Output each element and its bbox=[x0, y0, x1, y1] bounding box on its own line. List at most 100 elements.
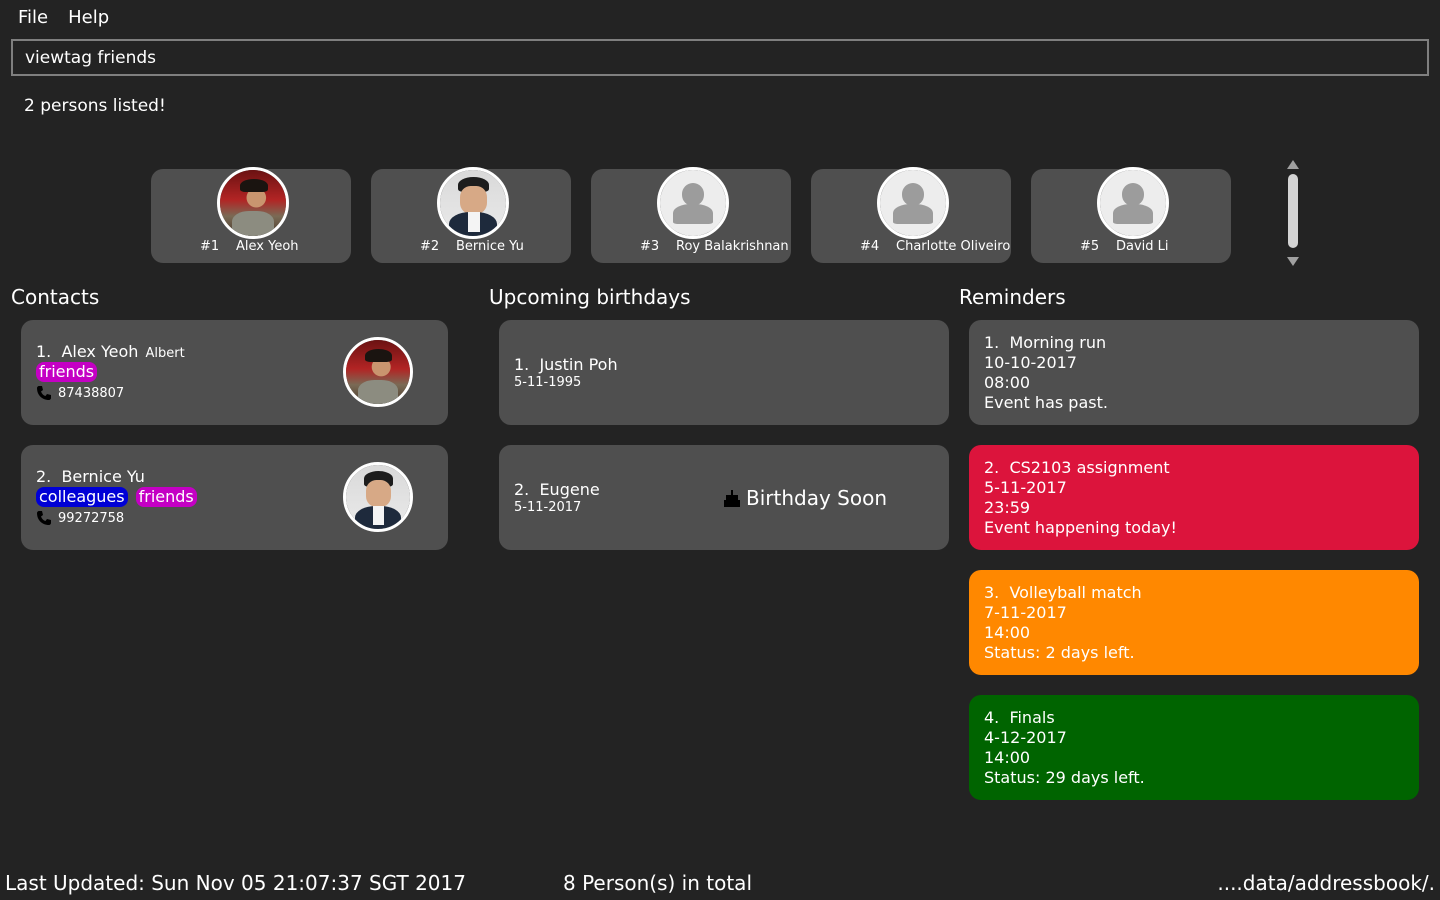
strip-name: Roy Balakrishnan bbox=[676, 239, 789, 254]
strip-card[interactable]: #1 Alex Yeoh bbox=[151, 167, 351, 263]
reminder-title: Morning run bbox=[1009, 333, 1107, 352]
reminder-title: CS2103 assignment bbox=[1009, 458, 1170, 477]
avatar bbox=[343, 337, 413, 407]
birthdays-title: Upcoming birthdays bbox=[489, 285, 691, 309]
tag-list: friends bbox=[36, 362, 98, 382]
reminder-time: 14:00 bbox=[984, 748, 1031, 767]
command-input[interactable] bbox=[13, 41, 1427, 74]
contact-index: 1. bbox=[36, 342, 52, 361]
avatar bbox=[437, 167, 509, 239]
avatar bbox=[217, 167, 289, 239]
birthday-name: Justin Poh bbox=[539, 355, 618, 374]
reminder-title-line: 2. CS2103 assignment bbox=[984, 458, 1177, 478]
birthday-name: Eugene bbox=[539, 480, 600, 499]
strip-card[interactable]: #4 Charlotte Oliveiro bbox=[811, 167, 1011, 263]
reminder-title: Finals bbox=[1009, 708, 1055, 727]
strip-index: #1 bbox=[200, 239, 220, 254]
result-display: 2 persons listed! bbox=[24, 96, 166, 116]
strip-index: #4 bbox=[860, 239, 880, 254]
scroll-up-icon[interactable] bbox=[1287, 160, 1299, 169]
default-avatar-icon bbox=[1097, 167, 1169, 239]
last-updated: Last Updated: Sun Nov 05 21:07:37 SGT 20… bbox=[5, 871, 466, 895]
strip-name: David Li bbox=[1116, 239, 1169, 254]
tag-list: colleagues friends bbox=[36, 487, 197, 507]
reminder-date: 5-11-2017 bbox=[984, 478, 1067, 497]
contacts-title: Contacts bbox=[11, 285, 100, 309]
birthday-soon-text: Birthday Soon bbox=[746, 486, 888, 510]
reminder-index: 2. bbox=[984, 458, 1000, 477]
reminder-title-line: 3. Volleyball match bbox=[984, 583, 1142, 603]
strip-card[interactable]: #2 Bernice Yu bbox=[371, 167, 571, 263]
strip-index: #2 bbox=[420, 239, 440, 254]
avatar bbox=[343, 462, 413, 532]
reminder-index: 3. bbox=[984, 583, 1000, 602]
contact-index: 2. bbox=[36, 467, 52, 486]
strip-index: #5 bbox=[1080, 239, 1100, 254]
birthday-name-line: 1. Justin Poh bbox=[514, 355, 618, 374]
contact-name-line: 2. Bernice Yu bbox=[36, 467, 145, 486]
tag-friends: friends bbox=[36, 362, 98, 382]
birthday-date: 5-11-2017 bbox=[514, 500, 582, 515]
strip-name: Alex Yeoh bbox=[236, 239, 299, 254]
reminder-status: Status: 29 days left. bbox=[984, 768, 1145, 787]
reminder-time: 08:00 bbox=[984, 373, 1031, 392]
tag-colleagues: colleagues bbox=[36, 487, 128, 507]
phone-number: 87438807 bbox=[58, 385, 125, 401]
birthday-name-line: 2. Eugene bbox=[514, 480, 600, 499]
reminder-title: Volleyball match bbox=[1009, 583, 1142, 602]
reminder-card[interactable]: 3. Volleyball match 7-11-2017 14:00 Stat… bbox=[969, 570, 1419, 675]
birthday-index: 2. bbox=[514, 480, 530, 499]
strip-name: Charlotte Oliveiro bbox=[896, 239, 1011, 254]
save-location: ....data/addressbook/. bbox=[1217, 871, 1435, 895]
contact-nickname: Albert bbox=[145, 346, 185, 361]
strip-card[interactable]: #5 David Li bbox=[1031, 167, 1231, 263]
menu-bar: File Help bbox=[0, 0, 1440, 34]
scrollbar-thumb[interactable] bbox=[1288, 174, 1298, 248]
contact-card[interactable]: 2. Bernice Yu colleagues friends 9927275… bbox=[21, 445, 448, 550]
reminder-title-line: 4. Finals bbox=[984, 708, 1145, 728]
reminder-card[interactable]: 1. Morning run 10-10-2017 08:00 Event ha… bbox=[969, 320, 1419, 425]
contact-name: Bernice Yu bbox=[61, 467, 145, 486]
status-bar: Last Updated: Sun Nov 05 21:07:37 SGT 20… bbox=[0, 868, 1440, 900]
birthday-date: 5-11-1995 bbox=[514, 375, 582, 390]
contact-phone: 99272758 bbox=[36, 510, 124, 526]
default-avatar-icon bbox=[657, 167, 729, 239]
person-strip: #1 Alex Yeoh #2 Bernice Yu #3 Roy Balakr… bbox=[0, 150, 1440, 280]
reminder-status: Event happening today! bbox=[984, 518, 1177, 537]
birthday-soon-badge: Birthday Soon bbox=[724, 486, 887, 510]
reminder-card[interactable]: 2. CS2103 assignment 5-11-2017 23:59 Eve… bbox=[969, 445, 1419, 550]
phone-number: 99272758 bbox=[58, 510, 125, 526]
birthday-index: 1. bbox=[514, 355, 530, 374]
contact-card[interactable]: 1. Alex Yeoh Albert friends 87438807 bbox=[21, 320, 448, 425]
reminder-date: 10-10-2017 bbox=[984, 353, 1077, 372]
strip-card[interactable]: #3 Roy Balakrishnan bbox=[591, 167, 791, 263]
contact-phone: 87438807 bbox=[36, 385, 124, 401]
reminder-date: 7-11-2017 bbox=[984, 603, 1067, 622]
reminder-card[interactable]: 4. Finals 4-12-2017 14:00 Status: 29 day… bbox=[969, 695, 1419, 800]
default-avatar-icon bbox=[877, 167, 949, 239]
reminder-index: 4. bbox=[984, 708, 1000, 727]
reminder-time: 14:00 bbox=[984, 623, 1031, 642]
total-persons: 8 Person(s) in total bbox=[563, 871, 752, 895]
tag-friends: friends bbox=[135, 487, 197, 507]
birthday-card[interactable]: 1. Justin Poh 5-11-1995 bbox=[499, 320, 949, 425]
reminder-status: Event has past. bbox=[984, 393, 1108, 412]
birthday-card[interactable]: 2. Eugene 5-11-2017 Birthday Soon bbox=[499, 445, 949, 550]
command-box bbox=[11, 39, 1429, 76]
strip-name: Bernice Yu bbox=[456, 239, 524, 254]
reminder-time: 23:59 bbox=[984, 498, 1031, 517]
menu-file[interactable]: File bbox=[18, 7, 48, 28]
phone-icon bbox=[37, 386, 51, 400]
reminder-title-line: 1. Morning run bbox=[984, 333, 1108, 353]
reminder-status: Status: 2 days left. bbox=[984, 643, 1135, 662]
contact-name-line: 1. Alex Yeoh Albert bbox=[36, 342, 185, 361]
reminders-title: Reminders bbox=[959, 285, 1066, 309]
phone-icon bbox=[37, 511, 51, 525]
menu-help[interactable]: Help bbox=[68, 7, 109, 28]
cake-icon bbox=[724, 490, 740, 507]
reminder-date: 4-12-2017 bbox=[984, 728, 1067, 747]
scroll-down-icon[interactable] bbox=[1287, 257, 1299, 266]
reminder-index: 1. bbox=[984, 333, 1000, 352]
contact-name: Alex Yeoh bbox=[61, 342, 139, 361]
strip-index: #3 bbox=[640, 239, 660, 254]
